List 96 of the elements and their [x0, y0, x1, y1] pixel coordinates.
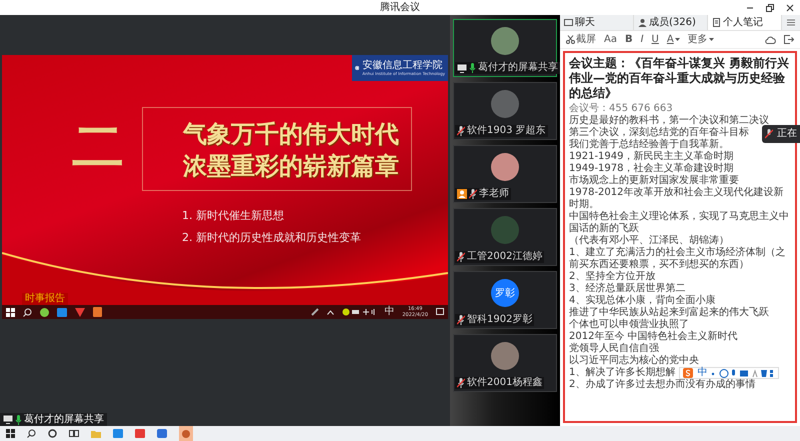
- note-line: 个体也可以申领营业执照了: [569, 319, 689, 330]
- photo-placeholder: [491, 216, 519, 244]
- note-line: 4、实现总体小康，背向全面小康: [569, 295, 716, 306]
- upload-button[interactable]: [765, 36, 776, 44]
- tray-icons-drawing: [342, 308, 376, 316]
- muted-microphone-icon: [765, 129, 773, 139]
- video-tile[interactable]: 软件2001杨程鑫: [453, 334, 557, 392]
- pen-icon[interactable]: [311, 308, 320, 316]
- restore-icon: [766, 4, 774, 12]
- input-method-indicator[interactable]: 中: [384, 306, 394, 318]
- screen-share-icon: [3, 415, 13, 424]
- note-line: 党领导人民自信自强: [569, 343, 659, 354]
- note-line: （代表有邓小平、江泽民、胡锦涛）: [569, 235, 729, 246]
- note-line: 2012年至今 中国特色社会主义新时代: [569, 331, 738, 342]
- note-line: 1、解决了许多长期想解: [569, 367, 676, 378]
- notebook-icon: [712, 18, 721, 27]
- slide-title: 浓墨重彩的崭新篇章: [183, 151, 400, 182]
- participant-name: 工管2002江德婷: [467, 251, 542, 263]
- participant-name: 软件2001杨程鑫: [467, 377, 542, 389]
- avatar-circle: 罗彰: [491, 279, 519, 307]
- caret-down-icon: [708, 38, 714, 41]
- logo-name: 安徽信息工程学院: [362, 60, 444, 71]
- panel-tab[interactable]: 聊天: [560, 15, 634, 30]
- sharer-name: 葛付才的屏幕共享: [24, 413, 104, 426]
- note-line: 历史是最好的教科书，第一个决议和第二决议: [569, 115, 769, 126]
- video-tile[interactable]: 葛付才的屏幕共享: [453, 19, 557, 77]
- panel-tab[interactable]: 个人笔记: [708, 15, 782, 30]
- bullet-point: 2. 新时代的历史性成就和历史性变革: [182, 230, 361, 246]
- task-view-icon[interactable]: [69, 429, 79, 438]
- windows-icon[interactable]: [6, 308, 15, 316]
- toolbar-button[interactable]: I: [640, 32, 644, 46]
- note-line: 1、建立了充满活力的社会主义市场经济体制（之前买东西还要粮票，买不到想买的东西）: [569, 247, 786, 270]
- export-icon: [784, 35, 794, 44]
- note-line: 1921-1949，新民民主主义革命时期: [569, 151, 734, 162]
- participant-name: 智科1902罗彰: [467, 314, 532, 326]
- note-line: 第三个决议，深刻总结党的百年奋斗目标: [569, 127, 749, 138]
- panel-tab[interactable]: 成员(326): [634, 15, 708, 30]
- menu-button[interactable]: [782, 15, 800, 30]
- triangle-app-icon[interactable]: [75, 308, 85, 316]
- video-tile[interactable]: 李老师: [453, 145, 557, 203]
- note-line: 1978-2012年改革开放和社会主义现代化建设新时期。: [569, 187, 785, 210]
- speaking-popup: 正在: [762, 125, 800, 143]
- app-icon[interactable]: [157, 429, 167, 438]
- photo-placeholder: [491, 342, 519, 370]
- photo-placeholder: [491, 27, 519, 55]
- cloud-icon: [765, 36, 776, 44]
- participant-name: 软件1903 罗超东: [467, 125, 546, 137]
- photo-placeholder: [491, 90, 519, 118]
- circle-icon[interactable]: [48, 429, 57, 438]
- menu-icon: [787, 19, 795, 26]
- notes-editor[interactable]: [563, 51, 797, 423]
- toolbar-button[interactable]: 更多: [688, 32, 714, 46]
- input-method-toolbar: 中: [679, 367, 780, 379]
- close-icon: [786, 4, 794, 12]
- toolbar-button[interactable]: B: [624, 32, 633, 46]
- note-line: 会议号：455 676 663: [569, 103, 673, 114]
- photo-placeholder: [491, 153, 519, 181]
- slide-title: 气象万千的伟大时代: [183, 119, 400, 150]
- footer-logo: 时事报告: [22, 293, 68, 305]
- section-number: 二: [72, 117, 124, 177]
- ime-tools-drawing: [711, 368, 776, 378]
- video-tile[interactable]: 软件1903 罗超东: [453, 82, 557, 140]
- note-line: 以习近平同志为核心的党中央: [569, 355, 699, 366]
- toolbar-button[interactable]: A: [666, 32, 680, 46]
- caret-up-icon[interactable]: [327, 310, 334, 314]
- caret-down-icon: [674, 38, 680, 41]
- video-tile[interactable]: 罗彰 智科1902罗彰: [453, 271, 557, 329]
- window-title: 腾讯会议: [380, 0, 420, 15]
- input-method-logo-icon: [683, 368, 694, 378]
- toolbar-button[interactable]: 截屏: [566, 32, 596, 46]
- note-line: 我们党善于总结经验善于自我革新。: [569, 139, 729, 150]
- notes-title: 会议主题：《百年奋斗谋复兴 勇毅前行兴伟业—党的百年奋斗重大成就与历史经验的总结》: [569, 56, 790, 101]
- bullet-point: 1. 新时代催生新思想: [182, 208, 285, 224]
- person-icon: [638, 18, 647, 27]
- video-tile[interactable]: 工管2002江德婷: [453, 208, 557, 266]
- participant-name: 葛付才的屏幕共享: [478, 62, 558, 74]
- search-icon[interactable]: [27, 429, 36, 438]
- participant-name: 李老师: [479, 188, 509, 200]
- note-line: 3、经济总量跃居世界第二: [569, 283, 686, 294]
- note-line: 中国特色社会主义理论体系，实现了马克思主义中国话的新的飞跃: [569, 211, 790, 234]
- export-button[interactable]: [784, 35, 794, 44]
- notification-icon[interactable]: [436, 308, 444, 316]
- microphone-icon: [15, 414, 22, 424]
- toolbar-button[interactable]: Aa: [604, 32, 617, 46]
- toolbar-button[interactable]: U: [652, 32, 659, 46]
- window-app-icon[interactable]: [57, 308, 67, 316]
- circle-app-icon[interactable]: [40, 308, 49, 316]
- note-line: 推进了中华民族从站起来到富起来的伟大飞跃: [569, 307, 769, 318]
- chat-icon: [564, 18, 573, 27]
- note-line: 市场观念上的更新对国家发展非常重要: [569, 175, 739, 186]
- meeting-app-icon[interactable]: [181, 429, 191, 440]
- note-line: 2、办成了许多过去想办而没有办成的事情: [569, 379, 756, 391]
- note-line: 1949-1978，社会主义革命建设时期: [569, 163, 734, 174]
- note-line: 2、坚持全方位开放: [569, 271, 656, 282]
- scissors-icon: [566, 35, 575, 44]
- windows-icon[interactable]: [6, 429, 15, 438]
